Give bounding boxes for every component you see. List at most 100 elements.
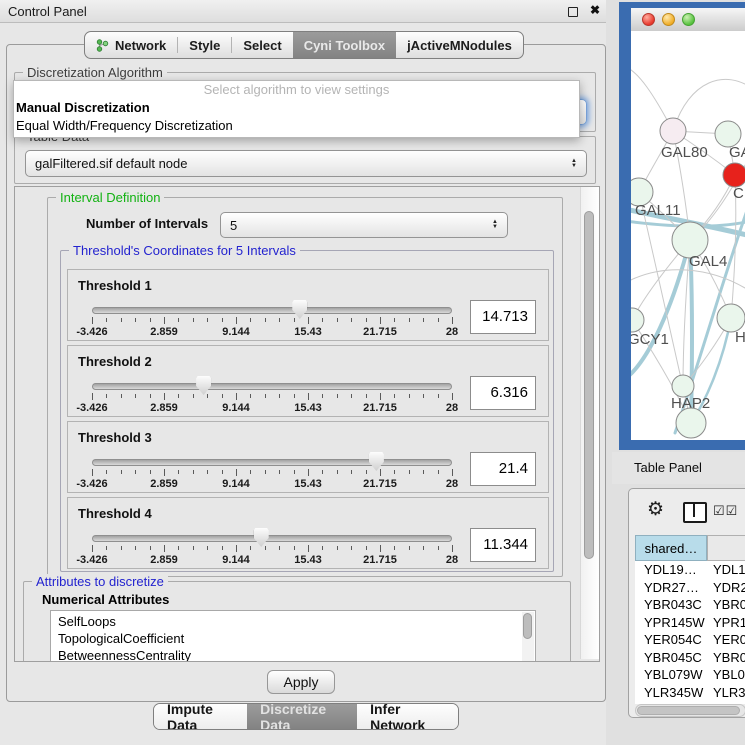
network-node-gal80[interactable] [660, 118, 686, 144]
slider-tick [423, 470, 424, 474]
attribute-item-betweennesscentrality[interactable]: BetweennessCentrality [51, 647, 535, 662]
gear-icon[interactable]: ⚙ [647, 498, 664, 521]
slider-tick [380, 317, 381, 324]
network-window-titlebar[interactable] [631, 8, 745, 32]
slider-tick-label: 2.859 [136, 554, 192, 566]
cell-shared-name: YER054C [635, 632, 707, 647]
tab-infer-network[interactable]: Infer Network [357, 704, 458, 729]
list-scrollbar-thumb[interactable] [523, 613, 532, 639]
slider-tick-label: 2.859 [136, 402, 192, 414]
close-panel-icon[interactable]: ✖ [590, 3, 600, 17]
table-row[interactable]: YER054CYER0 [635, 631, 745, 649]
slider-tick [308, 393, 309, 400]
network-node-hap2[interactable] [672, 375, 694, 397]
tab-cyni-toolbox[interactable]: Cyni Toolbox [293, 32, 396, 58]
table-hscrollbar[interactable] [635, 704, 745, 717]
table-row[interactable]: YDL19…YDL1 [635, 561, 745, 579]
tab-select[interactable]: Select [232, 32, 292, 58]
slider-tick [394, 546, 395, 550]
tab-jactivemnodules[interactable]: jActiveMNodules [396, 32, 523, 58]
table-row[interactable]: YPR145WYPR1 [635, 614, 745, 632]
list-scrollbar[interactable] [522, 612, 534, 662]
num-intervals-combobox[interactable]: 5 ▲▼ [220, 212, 508, 238]
slider-tick [121, 318, 122, 322]
apply-button[interactable]: Apply [267, 670, 335, 694]
slider-thumb[interactable] [254, 528, 269, 547]
select-columns-icon[interactable]: ☑☑ [713, 503, 738, 519]
minimize-window-button[interactable] [662, 13, 675, 26]
slider-tick [337, 546, 338, 550]
column-header-shared-name[interactable]: shared… [635, 535, 707, 561]
slider-tick [423, 394, 424, 398]
table-hscrollbar-thumb[interactable] [637, 706, 740, 715]
panel-scrollbar[interactable] [580, 187, 599, 659]
slider-tick [452, 469, 453, 476]
thresholds-group: Threshold's Coordinates for 5 Intervals … [60, 250, 554, 572]
column-header-name[interactable]: na [707, 535, 745, 561]
table-row[interactable]: YBL079WYBL0 [635, 666, 745, 684]
threshold-value-field[interactable]: 14.713 [470, 300, 536, 334]
slider-tick [265, 318, 266, 322]
slider-tick [207, 318, 208, 322]
close-window-button[interactable] [642, 13, 655, 26]
threshold-value-field[interactable]: 6.316 [470, 376, 536, 410]
slider-thumb[interactable] [292, 300, 307, 319]
tab-impute-data[interactable]: Impute Data [154, 704, 247, 729]
network-node-h[interactable] [717, 304, 745, 332]
slider-thumb[interactable] [369, 452, 384, 471]
network-node-c[interactable] [723, 163, 745, 187]
slider-thumb[interactable] [196, 376, 211, 395]
slider-track[interactable] [92, 307, 452, 314]
table-row[interactable]: YBR043CYBR0 [635, 596, 745, 614]
group-title-discretization-algorithm: Discretization Algorithm [23, 65, 167, 80]
network-node-gcy1[interactable] [631, 308, 644, 332]
group-title-attributes: Attributes to discretize [32, 574, 168, 589]
table-data-combobox[interactable]: galFiltered.sif default node ▲▼ [25, 150, 587, 177]
table-row[interactable]: YDR27…YDR2 [635, 579, 745, 597]
slider-track[interactable] [92, 459, 452, 466]
slider-tick [236, 469, 237, 476]
slider-tick [351, 394, 352, 398]
slider-tick [423, 318, 424, 322]
tab-label: Select [243, 38, 281, 53]
control-panel-window: Control Panel ✖ NetworkStyleSelectCyni T… [0, 0, 612, 745]
network-node[interactable] [676, 408, 706, 438]
slider-tick [265, 394, 266, 398]
attribute-items: SelfLoopsTopologicalCoefficientBetweenne… [51, 611, 535, 662]
slider-tick [294, 470, 295, 474]
slider-track[interactable] [92, 535, 452, 542]
network-canvas[interactable]: GAL80GACGAL11GAL4GCY1HHAP2 [631, 31, 745, 440]
tab-label: Style [189, 38, 220, 53]
tab-style[interactable]: Style [178, 32, 231, 58]
float-window-icon[interactable] [568, 7, 578, 17]
tab-discretize-data[interactable]: Discretize Data [247, 704, 357, 729]
slider-tick [207, 394, 208, 398]
slider-track[interactable] [92, 383, 452, 390]
slider-tick [366, 394, 367, 398]
slider-tick-label: 21.715 [352, 478, 408, 490]
slider-tick [409, 394, 410, 398]
zoom-window-button[interactable] [682, 13, 695, 26]
slider-tick [222, 394, 223, 398]
interval-definition-group: Interval Definition Number of Intervals … [47, 197, 563, 577]
threshold-value-field[interactable]: 11.344 [470, 528, 536, 562]
slider-tick [236, 393, 237, 400]
dropdown-option-equal-width-frequency[interactable]: Equal Width/Frequency Discretization [14, 117, 579, 135]
dropdown-option-manual-discretization[interactable]: Manual Discretization [14, 99, 579, 117]
cell-name: YDR2 [707, 580, 745, 595]
slider-tick [150, 318, 151, 322]
attribute-item-topologicalcoefficient[interactable]: TopologicalCoefficient [51, 630, 535, 647]
table-row[interactable]: YLR345WYLR3 [635, 684, 745, 702]
panel-scrollbar-thumb[interactable] [584, 211, 594, 559]
table-row[interactable]: YBR045CYBR0 [635, 649, 745, 667]
tab-network[interactable]: Network [85, 32, 177, 58]
slider-tick-label: 2.859 [136, 326, 192, 338]
slider-tick [222, 470, 223, 474]
numerical-attributes-list: SelfLoopsTopologicalCoefficientBetweenne… [50, 610, 536, 662]
slider-tick [135, 470, 136, 474]
network-graph: GAL80GACGAL11GAL4GCY1HHAP2 [631, 31, 745, 440]
threshold-value-field[interactable]: 21.4 [470, 452, 536, 486]
split-columns-icon[interactable] [683, 502, 707, 523]
attribute-item-selfloops[interactable]: SelfLoops [51, 613, 535, 630]
slider-tick [150, 470, 151, 474]
